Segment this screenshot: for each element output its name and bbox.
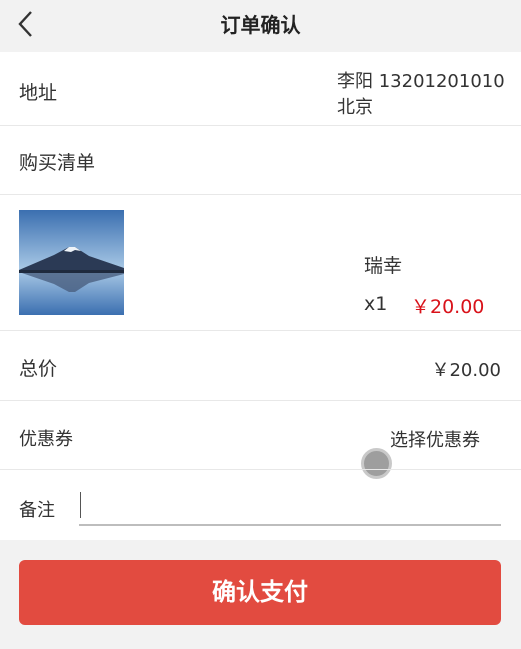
divider [0,194,521,195]
address-city: 北京 [337,97,373,118]
select-coupon-link[interactable]: 选择优惠券 [390,426,480,452]
product-price: ￥20.00 [411,296,485,318]
coupon-label: 优惠券 [19,429,73,450]
divider [0,125,521,126]
total-value: ￥20.00 [431,360,501,381]
product-image [19,210,124,315]
total-label: 总价 [19,358,58,380]
note-label: 备注 [19,500,55,521]
page-title: 订单确认 [220,13,301,37]
product-quantity: x1 [364,293,388,315]
confirm-pay-button[interactable]: 确认支付 [19,560,501,625]
divider [0,330,521,331]
text-caret [80,492,81,518]
address-name-phone: 李阳 13201201010 [337,71,505,92]
divider [0,469,521,470]
address-label: 地址 [19,82,58,104]
header-bar: 订单确认 [0,0,521,52]
mountain-lake-photo [19,210,124,315]
product-name: 瑞幸 [364,255,403,277]
purchase-list-label: 购买清单 [19,152,96,174]
note-input[interactable] [79,488,501,526]
touch-indicator [361,448,392,479]
